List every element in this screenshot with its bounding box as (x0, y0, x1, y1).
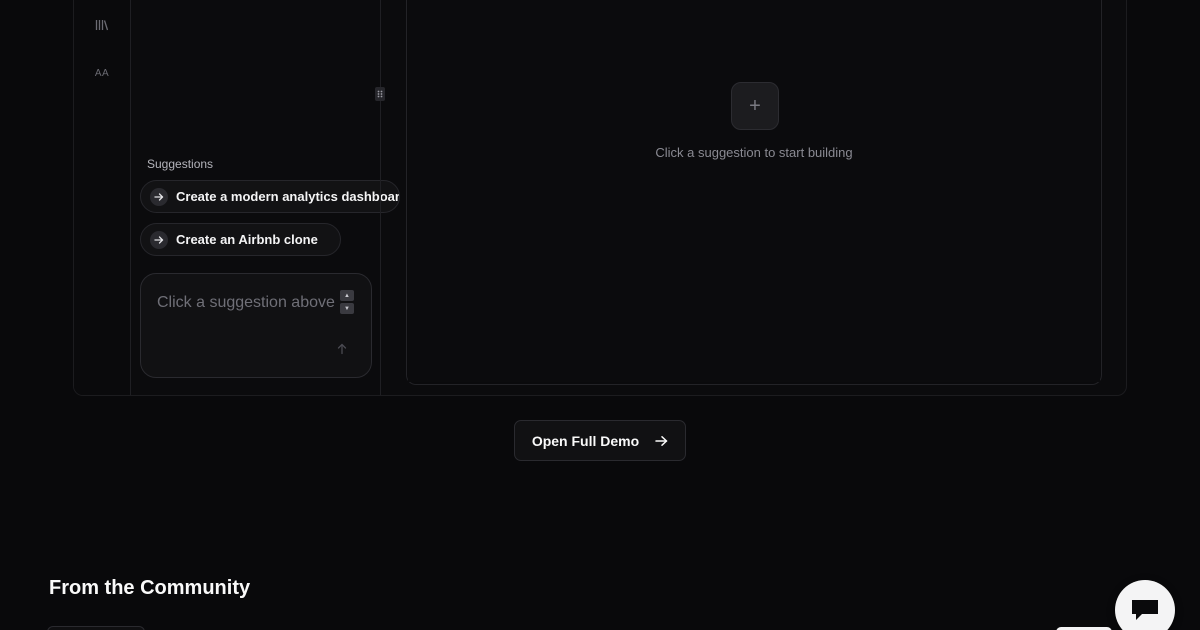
stepper-down-icon[interactable]: ▼ (340, 303, 354, 314)
chat-bubble-icon (1132, 600, 1158, 620)
arrow-right-icon (150, 230, 168, 249)
send-button[interactable] (331, 338, 353, 360)
arrow-right-icon (655, 435, 668, 446)
resize-handle[interactable] (375, 87, 385, 101)
suggestion-label: Create a modern analytics dashboard (176, 189, 400, 204)
suggestion-chip-analytics-dashboard[interactable]: Create a modern analytics dashboard (140, 180, 400, 213)
typography-icon-glyph: AA (94, 67, 110, 79)
chat-widget-button[interactable] (1115, 580, 1175, 630)
community-heading: From the Community (49, 577, 251, 599)
plus-icon[interactable]: + (731, 82, 779, 130)
chat-panel: Suggestions Create a modern analytics da… (131, 0, 400, 395)
suggestions-heading: Suggestions (147, 157, 214, 171)
plus-glyph: + (749, 94, 761, 117)
library-icon[interactable] (92, 15, 112, 35)
library-icon-svg (95, 20, 109, 31)
preview-area: + Click a suggestion to start building (406, 0, 1102, 385)
page: AA Suggestions Create a modern analytics… (0, 0, 1200, 630)
arrow-up-icon (337, 343, 347, 355)
input-stepper[interactable]: ▲ ▼ (340, 290, 354, 314)
arrow-right-icon (150, 187, 168, 206)
prompt-placeholder: Click a suggestion above (157, 294, 335, 311)
preview-canvas: + Click a suggestion to start building (408, 0, 1100, 382)
panel-divider (380, 0, 381, 395)
preview-hint: Click a suggestion to start building (655, 145, 853, 160)
suggestion-chip-airbnb-clone[interactable]: Create an Airbnb clone (140, 223, 341, 256)
demo-frame: AA Suggestions Create a modern analytics… (73, 0, 1127, 396)
grip-icon (377, 90, 383, 98)
stepper-up-icon[interactable]: ▲ (340, 290, 354, 301)
typography-icon[interactable]: AA (92, 63, 112, 83)
prompt-input[interactable]: Click a suggestion above ▲ ▼ (140, 273, 372, 378)
open-full-demo-button[interactable]: Open Full Demo (514, 420, 686, 461)
suggestion-label: Create an Airbnb clone (176, 232, 318, 247)
open-full-demo-label: Open Full Demo (531, 432, 640, 449)
icon-rail: AA (74, 0, 131, 395)
community-card[interactable] (47, 626, 145, 630)
